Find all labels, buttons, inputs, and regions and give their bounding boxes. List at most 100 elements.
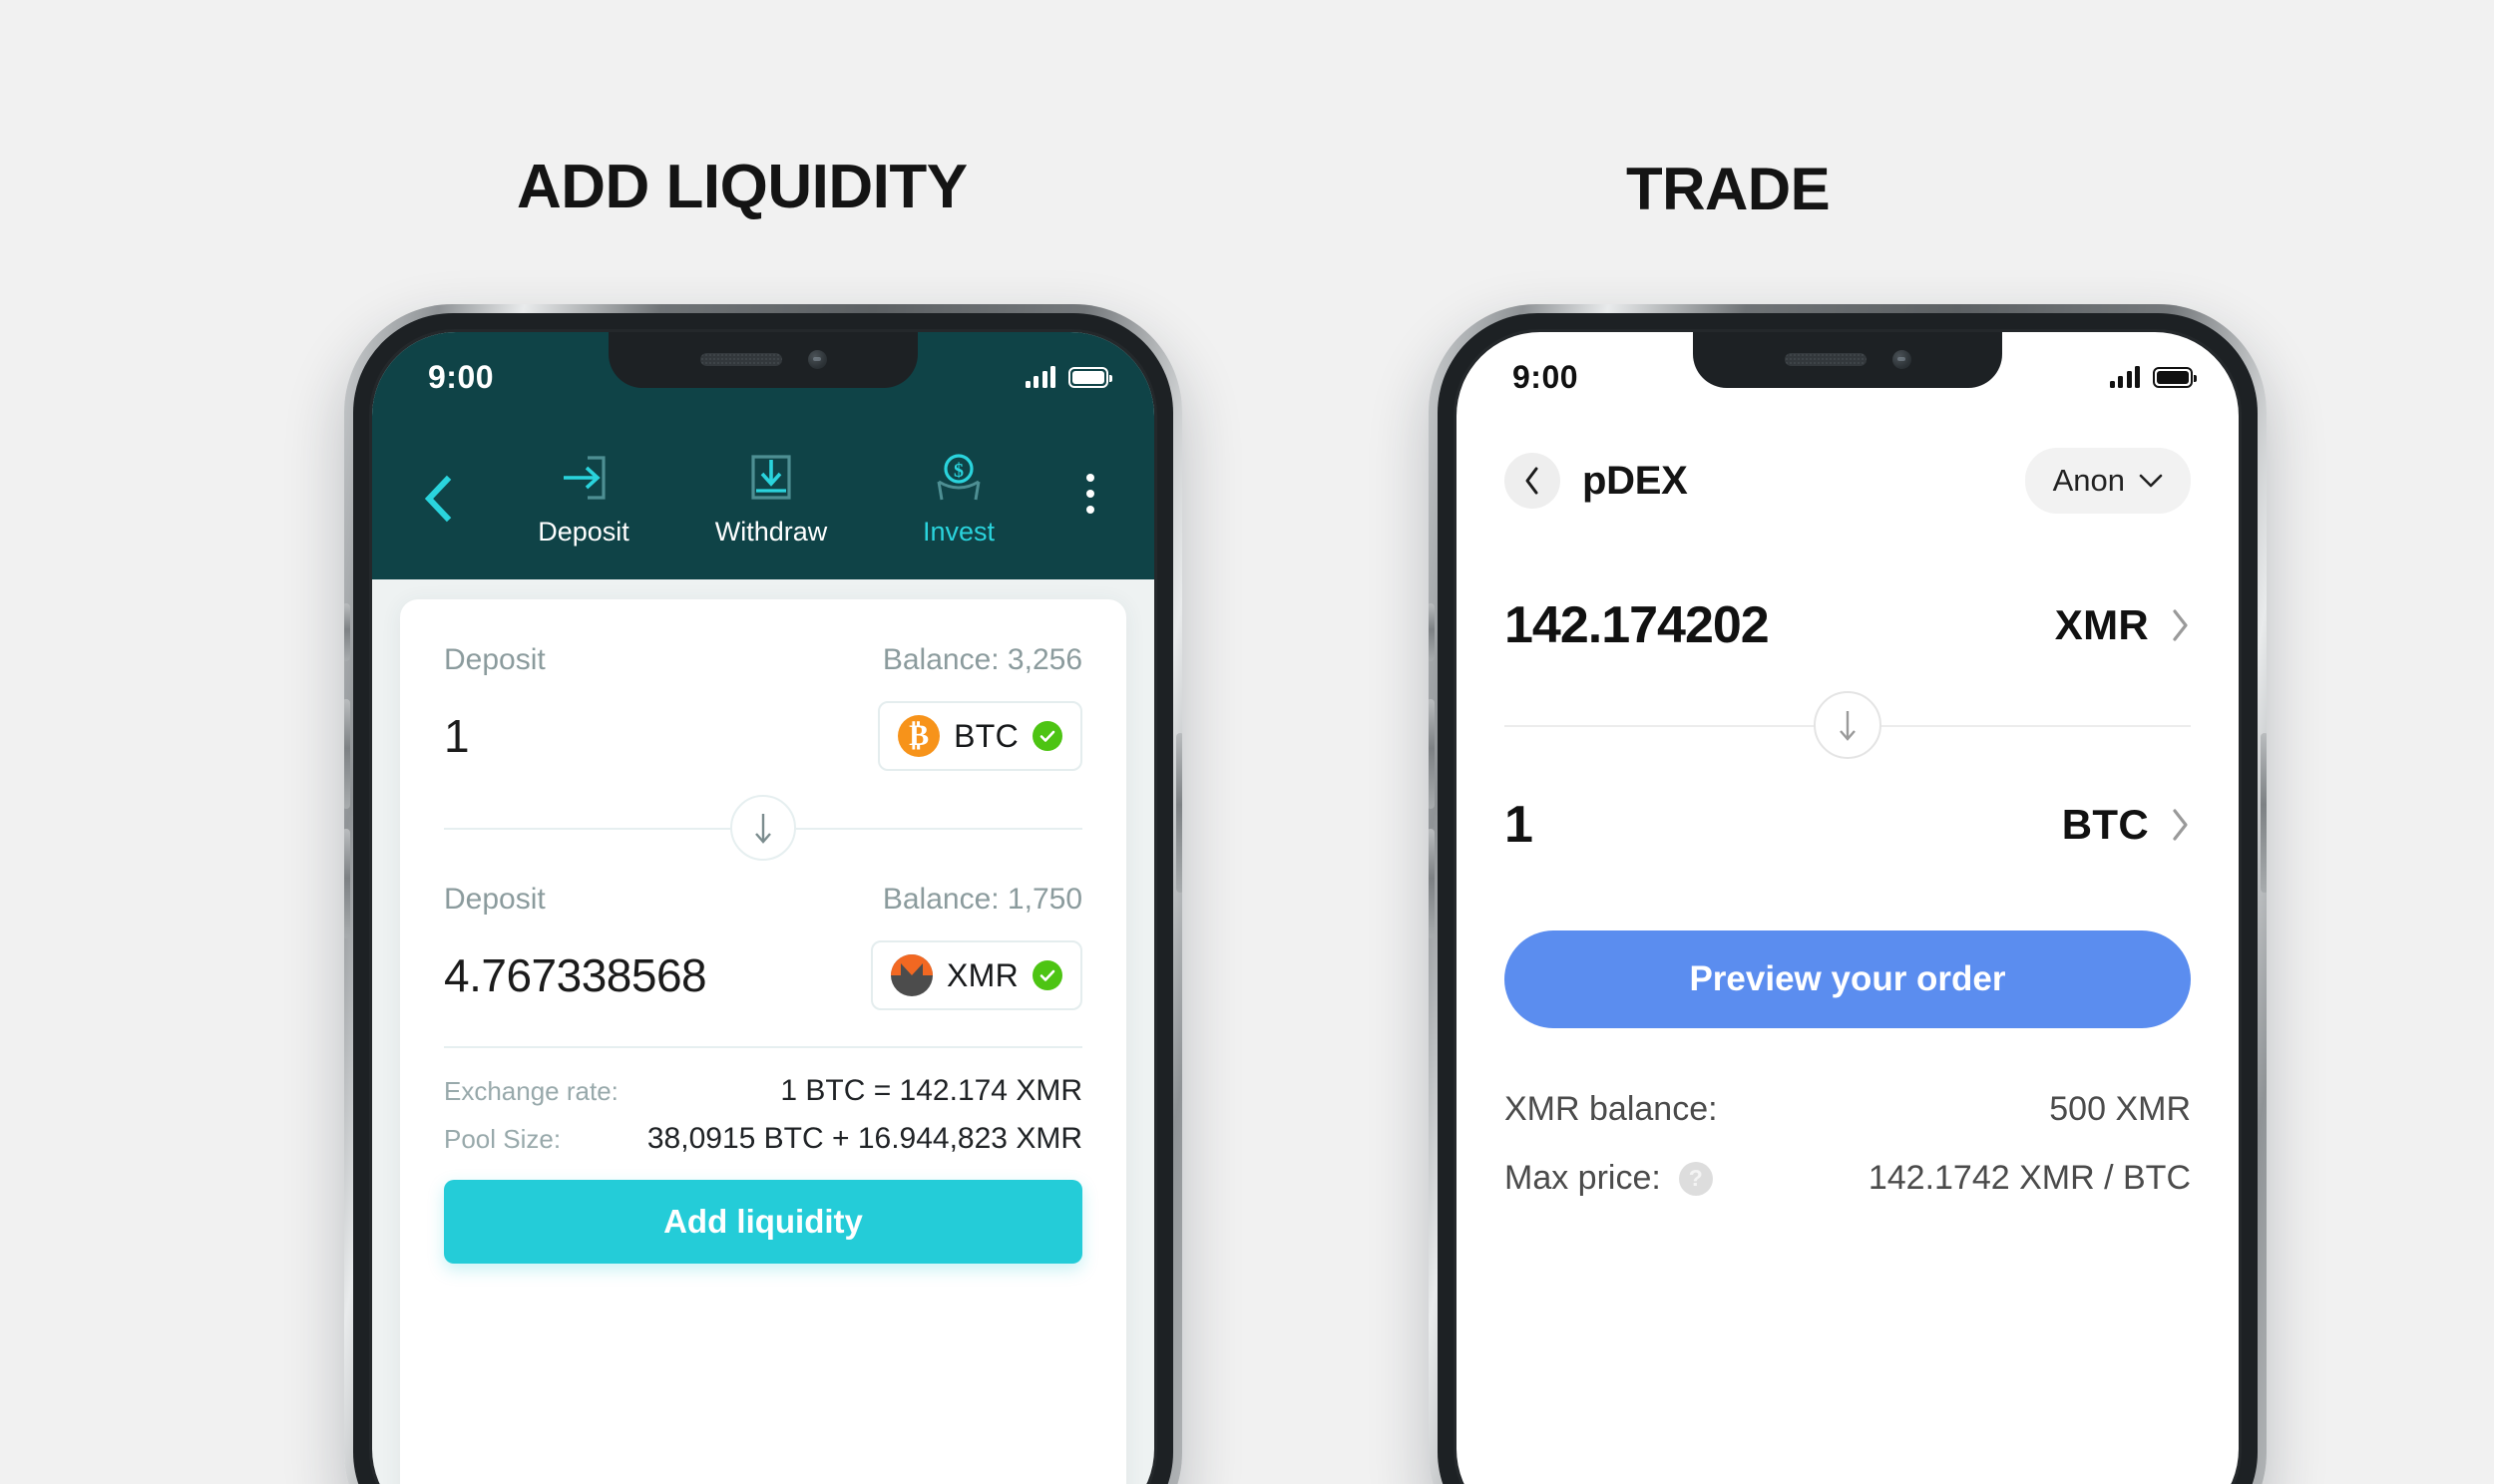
- phone-mockup-trade: 9:00 pDEX Anon 142.174202 XMR 1 BTC Prev…: [1429, 304, 2267, 1484]
- section-title-add-liquidity: ADD LIQUIDITY: [517, 153, 968, 221]
- row-header: Deposit Balance: 1,750: [444, 883, 1082, 917]
- token-symbol: XMR: [946, 956, 1019, 993]
- status-indicators: [2109, 366, 2197, 388]
- info-row-pool-size: Pool Size: 38,0915 BTC + 16.944,823 XMR: [444, 1122, 1082, 1156]
- phone-mute-switch[interactable]: [344, 603, 350, 661]
- trade-info-block: XMR balance: 500 XMR Max price: ? 142.17…: [1504, 1090, 2191, 1198]
- back-button[interactable]: [1504, 453, 1560, 509]
- trade-screen-body: pDEX Anon 142.174202 XMR 1 BTC Preview y…: [1456, 332, 2239, 1484]
- question-mark-icon[interactable]: ?: [1678, 1161, 1713, 1196]
- phone-volume-down-button[interactable]: [344, 829, 350, 938]
- status-bar: 9:00: [1456, 332, 2239, 406]
- phone-body: 9:00: [1438, 313, 2258, 1484]
- phone-volume-up-button[interactable]: [344, 699, 350, 809]
- status-bar: 9:00: [372, 332, 1154, 406]
- chevron-right-icon: [2173, 609, 2188, 641]
- token-symbol: BTC: [954, 717, 1019, 754]
- liquidity-row-btc: Deposit Balance: 3,256 1 ₿ BTC: [444, 643, 1082, 773]
- row-amount-line: 1 ₿ BTC: [444, 699, 1082, 773]
- battery-full-icon: [1068, 366, 1112, 388]
- phone-power-button[interactable]: [2261, 733, 2267, 893]
- trade-from-row: 142.174202 XMR: [1504, 577, 2191, 673]
- trade-header: pDEX Anon: [1504, 442, 2191, 520]
- nav-tab-label: Invest: [922, 517, 996, 547]
- status-clock: 9:00: [1512, 358, 1579, 395]
- nav-tab-deposit[interactable]: Deposit: [524, 452, 643, 548]
- signal-bars-icon: [2109, 366, 2140, 388]
- amount-input-xmr[interactable]: 4.767338568: [444, 948, 707, 1002]
- row-label: Deposit: [444, 883, 546, 916]
- phone-mockup-add-liquidity: 9:00 Deposit Withdraw $ Invest Deposit B…: [344, 304, 1182, 1484]
- swap-direction-button[interactable]: [730, 795, 796, 861]
- poster-stage: ADD LIQUIDITY TRADE 9:00 Deposit Withdra…: [0, 0, 2494, 1484]
- pool-info-block: Exchange rate: 1 BTC = 142.174 XMR Pool …: [444, 1046, 1082, 1156]
- page-title: pDEX: [1582, 458, 1688, 503]
- account-selector[interactable]: Anon: [2024, 448, 2191, 514]
- signal-bars-icon: [1025, 366, 1055, 388]
- info-key: Max price: ?: [1504, 1159, 1713, 1198]
- account-label: Anon: [2052, 463, 2125, 498]
- info-value: 500 XMR: [2049, 1090, 2191, 1128]
- svg-text:$: $: [954, 460, 964, 482]
- screen-trade: 9:00 pDEX Anon 142.174202 XMR 1 BTC Prev…: [1456, 332, 2239, 1484]
- row-label: Deposit: [444, 643, 546, 676]
- preview-order-button[interactable]: Preview your order: [1504, 930, 2191, 1028]
- trade-header-left: pDEX: [1504, 453, 1688, 509]
- info-value: 38,0915 BTC + 16.944,823 XMR: [646, 1122, 1082, 1155]
- chevron-left-icon: [424, 475, 452, 523]
- arrow-down-icon: [1840, 711, 1856, 741]
- trade-from-amount-input[interactable]: 142.174202: [1504, 595, 1770, 655]
- token-selector-btc[interactable]: ₿ BTC: [878, 701, 1082, 771]
- trade-to-row: 1 BTC: [1504, 777, 2191, 873]
- token-symbol: BTC: [2061, 801, 2149, 848]
- chevron-down-icon: [2139, 474, 2163, 488]
- screen-add-liquidity: 9:00 Deposit Withdraw $ Invest Deposit B…: [372, 332, 1154, 1484]
- token-symbol: XMR: [2054, 601, 2149, 648]
- phone-bezel: 9:00: [1454, 329, 2242, 1484]
- nav-tab-label: Deposit: [538, 517, 629, 547]
- trade-to-token-selector[interactable]: BTC: [2062, 801, 2191, 849]
- info-row-exchange-rate: Exchange rate: 1 BTC = 142.174 XMR: [444, 1074, 1082, 1108]
- nav-tab-withdraw[interactable]: Withdraw: [711, 452, 831, 548]
- phone-volume-up-button[interactable]: [1429, 699, 1435, 809]
- nav-tab-label: Withdraw: [714, 517, 828, 547]
- phone-body: 9:00: [353, 313, 1173, 1484]
- phone-volume-down-button[interactable]: [1429, 829, 1435, 938]
- status-indicators: [1025, 366, 1112, 388]
- chevron-left-icon: [1525, 467, 1538, 495]
- chevron-right-icon: [2173, 809, 2188, 841]
- back-button[interactable]: [416, 464, 460, 534]
- arrow-down-icon: [755, 814, 771, 844]
- add-liquidity-card: Deposit Balance: 3,256 1 ₿ BTC Deposit B…: [400, 599, 1126, 1484]
- check-circle-icon: [1033, 721, 1062, 751]
- nav-tab-invest[interactable]: $ Invest: [899, 452, 1019, 548]
- more-vertical-icon[interactable]: [1070, 462, 1110, 526]
- amount-input-btc[interactable]: 1: [444, 709, 470, 763]
- trade-to-amount-input[interactable]: 1: [1504, 795, 1533, 855]
- phone-power-button[interactable]: [1176, 733, 1182, 893]
- monero-coin-icon: [890, 954, 933, 996]
- nav-tab-list: Deposit Withdraw $ Invest: [460, 452, 1070, 548]
- info-key-text: XMR balance:: [1504, 1090, 1718, 1128]
- trade-info-row-balance: XMR balance: 500 XMR: [1504, 1090, 2191, 1129]
- swap-divider: [444, 773, 1082, 883]
- add-liquidity-button[interactable]: Add liquidity: [444, 1180, 1082, 1264]
- battery-level-fill: [1072, 370, 1104, 384]
- info-key-text: Max price:: [1504, 1159, 1661, 1197]
- info-key: XMR balance:: [1504, 1090, 1718, 1129]
- row-balance: Balance: 1,750: [882, 883, 1082, 916]
- trade-info-row-max-price: Max price: ? 142.1742 XMR / BTC: [1504, 1159, 2191, 1198]
- deposit-arrow-icon: [558, 452, 610, 504]
- trade-from-token-selector[interactable]: XMR: [2055, 601, 2191, 649]
- section-title-trade: TRADE: [1626, 156, 1831, 222]
- swap-direction-button[interactable]: [1814, 691, 1881, 759]
- row-amount-line: 4.767338568 XMR: [444, 938, 1082, 1012]
- app-navigation-bar: Deposit Withdraw $ Invest: [372, 452, 1154, 548]
- row-balance: Balance: 3,256: [882, 643, 1082, 676]
- bitcoin-coin-icon: ₿: [898, 715, 941, 757]
- token-selector-xmr[interactable]: XMR: [870, 940, 1082, 1010]
- check-circle-icon: [1033, 960, 1062, 990]
- phone-mute-switch[interactable]: [1429, 603, 1435, 661]
- phone-bezel: 9:00: [369, 329, 1157, 1484]
- info-value: 142.1742 XMR / BTC: [1868, 1159, 2191, 1197]
